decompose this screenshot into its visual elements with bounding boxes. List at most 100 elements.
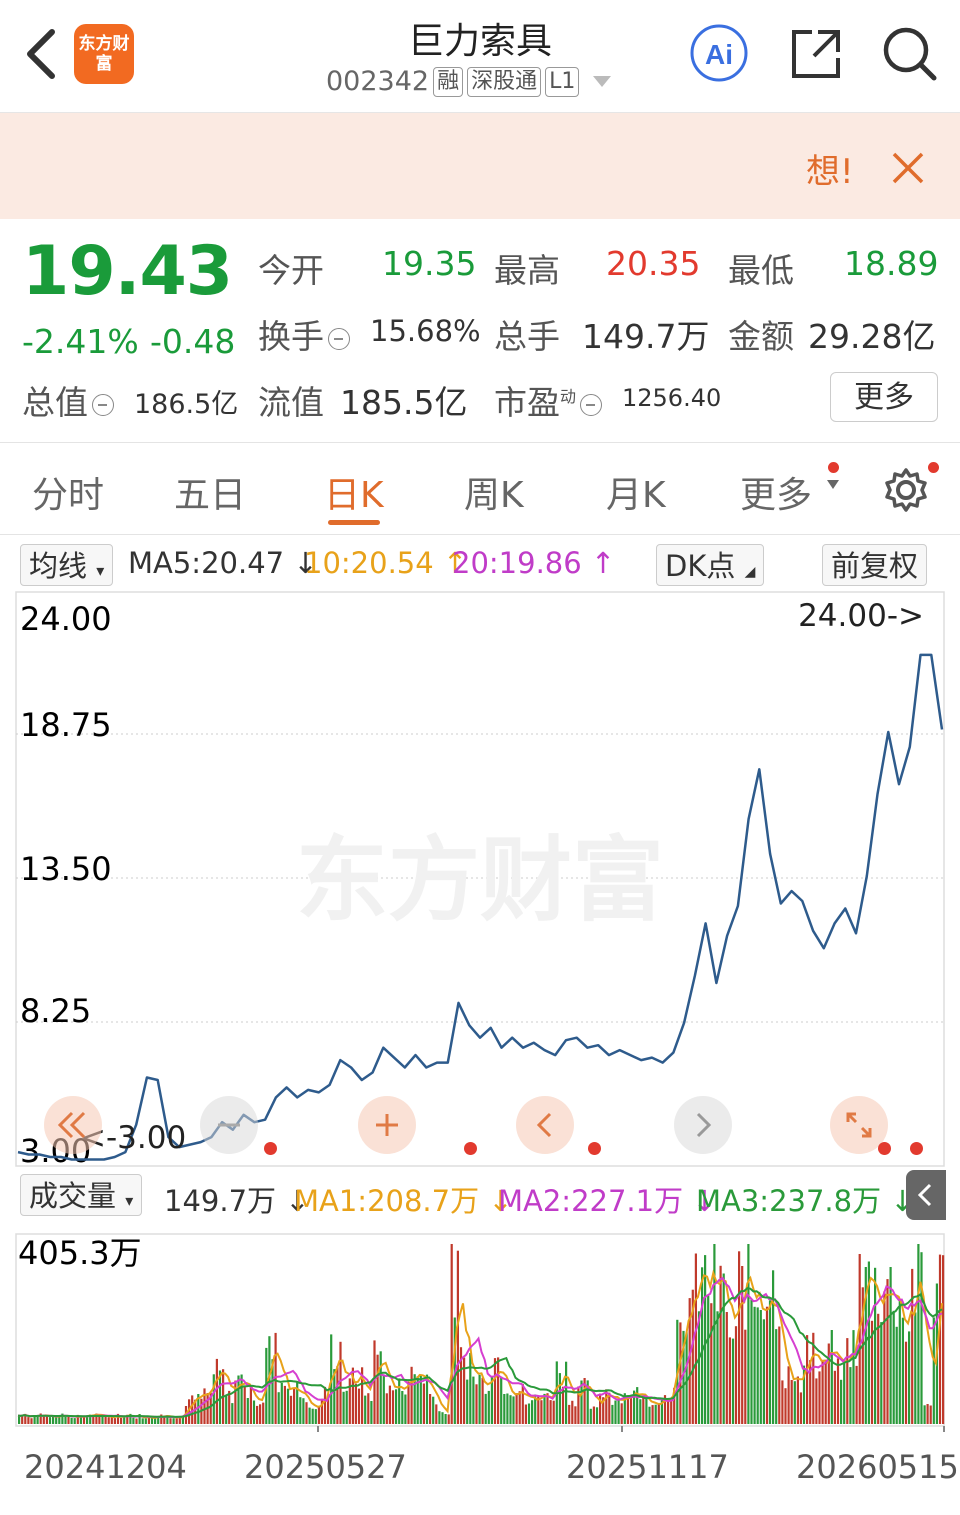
double-chevron-left-icon[interactable]	[56, 1110, 90, 1140]
dropdown-triangle-icon[interactable]	[593, 76, 612, 87]
tab-monthly-k[interactable]: 月K	[606, 466, 666, 518]
volume-bar	[385, 1393, 388, 1424]
volume-bar	[830, 1330, 833, 1424]
banner-text[interactable]: 想!	[806, 144, 854, 193]
search-icon[interactable]	[880, 24, 938, 82]
volume-bar	[753, 1306, 756, 1424]
tab-intraday[interactable]: 分时	[32, 466, 104, 518]
share-icon[interactable]	[788, 26, 844, 82]
expand-icon[interactable]	[844, 1110, 874, 1140]
volume-bar	[568, 1404, 571, 1424]
volume-bar	[824, 1359, 827, 1424]
tab-five-day[interactable]: 五日	[174, 466, 246, 518]
back-arrow-icon[interactable]	[22, 26, 62, 82]
volume-bar	[429, 1394, 432, 1424]
info-eye-icon[interactable]	[328, 327, 350, 350]
stock-name: 巨力索具	[407, 21, 552, 62]
volume-bar	[707, 1295, 710, 1424]
adjust-type-button[interactable]: 前复权	[822, 544, 928, 586]
plus-icon[interactable]	[372, 1110, 402, 1140]
volume-bar	[605, 1389, 608, 1424]
dk-point-button[interactable]: DK点 ◢	[656, 544, 765, 586]
volume-bar	[228, 1390, 231, 1424]
tab-weekly-k[interactable]: 周K	[464, 466, 524, 518]
volume-bar	[914, 1312, 917, 1424]
event-dot[interactable]	[588, 1142, 601, 1155]
volume-bar	[787, 1366, 790, 1424]
tab-more[interactable]: 更多	[740, 466, 812, 518]
event-dot[interactable]	[910, 1142, 923, 1155]
event-dot[interactable]	[464, 1142, 477, 1155]
volume-bar	[67, 1416, 70, 1424]
volume-bar	[367, 1393, 370, 1424]
event-dot[interactable]	[264, 1142, 277, 1155]
volume-bar	[932, 1317, 935, 1424]
float-value: 185.5亿	[340, 383, 468, 422]
volume-bar	[289, 1395, 293, 1424]
volume-bar	[642, 1396, 645, 1424]
volume-bar	[311, 1408, 314, 1424]
info-eye-icon[interactable]	[580, 393, 603, 416]
volume-bar	[79, 1416, 82, 1424]
volume-bar	[107, 1417, 110, 1424]
more-quote-button[interactable]: 更多	[830, 372, 938, 422]
volume-value: 149.7万	[582, 317, 710, 356]
volume-bar	[796, 1376, 799, 1424]
volume-bar	[225, 1395, 228, 1424]
volume-bar	[472, 1376, 475, 1424]
close-icon[interactable]	[888, 148, 928, 188]
volume-bar	[558, 1373, 561, 1424]
volume-bar	[836, 1358, 840, 1424]
x-date-label: 20251117	[566, 1448, 729, 1486]
volume-bar	[286, 1388, 290, 1424]
volume-bar	[670, 1399, 673, 1424]
volume-bar	[45, 1416, 48, 1424]
volume-bar	[923, 1405, 926, 1424]
tag-margin: 融	[433, 66, 464, 97]
chevron-left-icon[interactable]	[530, 1110, 560, 1140]
change-amount: -0.48	[150, 322, 236, 361]
ma-type-selector[interactable]: 均线 ▾	[20, 544, 114, 586]
tab-daily-k[interactable]: 日K	[324, 466, 384, 518]
volume-bar	[512, 1396, 515, 1424]
stock-code: 002342	[326, 66, 430, 97]
volume-bar	[58, 1416, 61, 1424]
volume-bar	[21, 1416, 24, 1424]
volume-bar	[731, 1338, 735, 1424]
volume-bar	[481, 1377, 484, 1424]
pe-label: 市盈动	[494, 376, 606, 424]
volume-bar	[617, 1397, 620, 1424]
volume-bar	[475, 1384, 478, 1424]
minus-icon[interactable]	[214, 1110, 244, 1140]
chevron-right-icon[interactable]	[688, 1110, 718, 1140]
ai-assistant-icon[interactable]: Ai	[690, 24, 748, 82]
volume-bar	[354, 1383, 357, 1424]
volume-bar	[589, 1408, 592, 1424]
volume-bar	[874, 1267, 877, 1424]
volume-chart[interactable]: 405.3万	[0, 1232, 960, 1432]
ma20-value: 20:19.86 ↑	[452, 546, 616, 580]
turnover-value: 15.68%	[370, 314, 481, 348]
volume-bar	[73, 1418, 76, 1424]
settings-gear-icon[interactable]	[882, 466, 930, 514]
notification-dot	[928, 462, 939, 473]
volume-bar	[719, 1265, 722, 1424]
volume-bar	[883, 1291, 886, 1424]
volume-bar	[849, 1367, 852, 1424]
volume-bar	[345, 1390, 348, 1424]
info-eye-icon[interactable]	[92, 393, 114, 416]
volume-bar	[515, 1393, 518, 1424]
volume-bar	[456, 1250, 459, 1424]
indicator-selector[interactable]: 成交量 ▾	[20, 1174, 143, 1216]
volume-bar	[846, 1338, 849, 1424]
price-chart[interactable]: 东方财富 24.00 18.75 13.50 8.25 3.00 24.00->…	[0, 590, 960, 1170]
chevron-down-icon[interactable]	[826, 478, 840, 490]
ma5-value: MA5:20.47 ↓	[128, 546, 318, 580]
volume-bar	[231, 1403, 234, 1424]
volume-bar	[762, 1319, 765, 1424]
volume-bar	[929, 1405, 932, 1424]
chevron-left-icon[interactable]	[914, 1182, 938, 1208]
volume-bar	[308, 1407, 311, 1424]
event-dot[interactable]	[878, 1142, 891, 1155]
y-label: 18.75	[20, 706, 112, 744]
